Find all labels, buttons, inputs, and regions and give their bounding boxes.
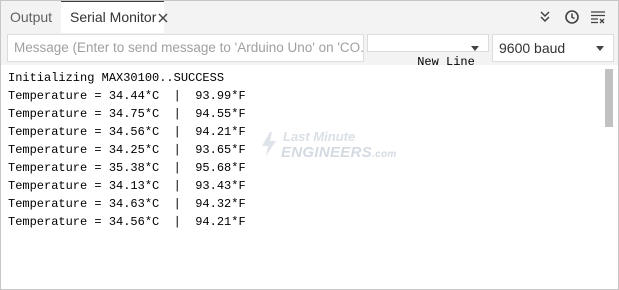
line-ending-select[interactable]: New Line xyxy=(367,34,489,69)
clock-icon[interactable] xyxy=(564,9,580,25)
baud-rate-value: 9600 baud xyxy=(499,40,566,56)
close-icon[interactable] xyxy=(156,11,170,25)
message-input[interactable]: Message (Enter to send message to 'Ardui… xyxy=(7,34,364,62)
watermark-suffix: .com xyxy=(372,149,397,160)
message-input-row: Message (Enter to send message to 'Ardui… xyxy=(1,33,618,69)
serial-line: Temperature = 34.25*C | 93.65*F xyxy=(8,143,246,157)
double-chevron-down-icon[interactable] xyxy=(537,9,553,25)
watermark-bottom-text: ENGINEERS xyxy=(281,144,373,161)
serial-line: Temperature = 34.56*C | 94.21*F xyxy=(8,125,246,139)
serial-line: Temperature = 35.38*C | 95.68*F xyxy=(8,161,246,175)
clear-output-icon[interactable] xyxy=(590,9,606,25)
baud-rate-select[interactable]: 9600 baud xyxy=(492,34,614,62)
watermark-bottom: ENGINEERS.com xyxy=(281,144,397,161)
bolt-logo-icon xyxy=(262,132,276,156)
serial-output-lines: Initializing MAX30100..SUCCESS Temperatu… xyxy=(8,69,246,231)
tab-output[interactable]: Output xyxy=(10,1,52,33)
watermark-top: Last Minute xyxy=(283,129,356,144)
serial-line: Temperature = 34.44*C | 93.99*F xyxy=(8,89,246,103)
tab-serial-monitor-label: Serial Monitor xyxy=(70,9,157,25)
chevron-down-icon xyxy=(596,46,604,51)
serial-line: Temperature = 34.13*C | 93.43*F xyxy=(8,179,246,193)
chevron-down-icon xyxy=(471,46,479,51)
tab-serial-monitor[interactable]: Serial Monitor xyxy=(61,1,168,33)
tab-bar: Output Serial Monitor xyxy=(1,1,618,33)
serial-line: Initializing MAX30100..SUCCESS xyxy=(8,71,225,85)
serial-output[interactable]: Initializing MAX30100..SUCCESS Temperatu… xyxy=(1,65,618,289)
serial-line: Temperature = 34.63*C | 94.32*F xyxy=(8,197,246,211)
watermark-logo: Last Minute ENGINEERS.com xyxy=(259,127,399,167)
serial-monitor-panel: Output Serial Monitor Message (Enter to … xyxy=(0,0,619,290)
scrollbar-thumb[interactable] xyxy=(605,69,613,127)
serial-line: Temperature = 34.56*C | 94.21*F xyxy=(8,215,246,229)
serial-line: Temperature = 34.75*C | 94.55*F xyxy=(8,107,246,121)
